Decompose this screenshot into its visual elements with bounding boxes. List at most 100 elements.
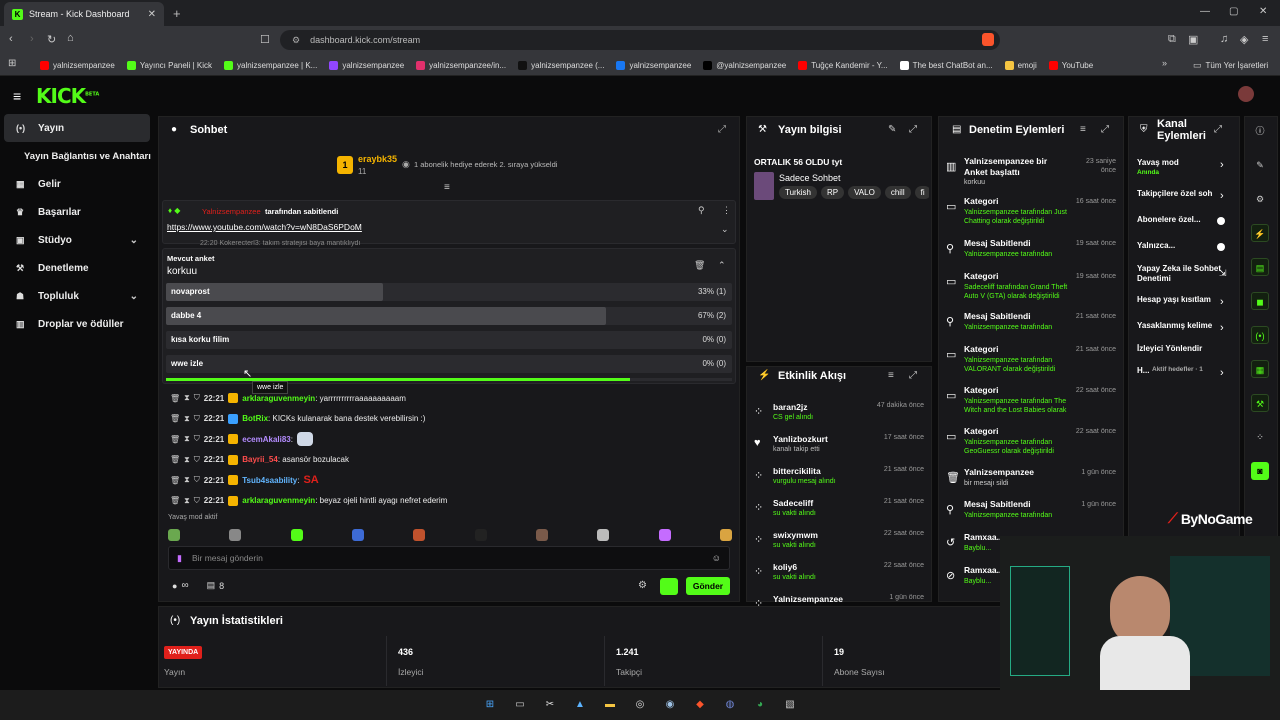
chat-settings-icon[interactable]: ⚙ <box>638 580 647 591</box>
filter-activity-icon[interactable]: ≡ <box>888 370 894 381</box>
message-user[interactable]: Tsub4saability <box>242 476 297 485</box>
pin-icon[interactable]: ⚲ <box>698 205 705 216</box>
activity-user[interactable]: Yanlizbozkurt <box>773 434 828 444</box>
bookmark-item[interactable]: The best ChatBot an... <box>894 54 999 76</box>
sidebar-item-6[interactable]: ⚒ Denetleme <box>0 254 154 282</box>
add-widget-icon[interactable]: ◙ <box>1251 462 1269 480</box>
sidebar-item-1[interactable]: (•) Yayın <box>4 114 150 142</box>
popout-info-icon[interactable]: ⤢ <box>909 124 917 135</box>
viewers-icon[interactable]: ● <box>172 581 177 591</box>
delete-message-icon[interactable]: 🗑 <box>170 455 180 464</box>
close-tab-icon[interactable]: ✕ <box>148 9 156 20</box>
task-view-icon[interactable]: ▭ <box>511 696 529 714</box>
emote-icon[interactable] <box>229 529 242 541</box>
sidebar-item-7[interactable]: ☗ Topluluk ⌄ <box>0 282 154 310</box>
obs-icon[interactable]: ◎ <box>631 696 649 714</box>
ban-icon[interactable]: ⛉ <box>194 414 200 424</box>
extensions-icon[interactable]: ⧉ <box>1168 33 1176 46</box>
chevron-right-icon[interactable]: › <box>1220 190 1224 202</box>
tools-icon[interactable]: ⚒ <box>1251 394 1269 412</box>
popout-channel-icon[interactable]: ⤢ <box>1214 124 1222 135</box>
pinned-link[interactable]: https://www.youtube.com/watch?v=wN8DaS6P… <box>167 222 362 232</box>
delete-message-icon[interactable]: 🗑 <box>170 496 180 505</box>
bookmark-item[interactable]: yalnizsempanzee <box>34 54 121 76</box>
poll-option[interactable]: dabbe 4 67% (2) <box>166 307 732 325</box>
bookmark-icon[interactable]: ☐ <box>260 33 270 46</box>
settings-icon[interactable]: ⚙ <box>1251 190 1269 208</box>
bookmark-item[interactable]: @yalnizsempanzee <box>697 54 792 76</box>
minimize-icon[interactable]: — <box>1200 6 1210 17</box>
back-icon[interactable]: ‹ <box>9 33 13 45</box>
chevron-right-icon[interactable]: › <box>1220 322 1224 334</box>
filter-mod-icon[interactable]: ≡ <box>1080 124 1086 135</box>
stream-category[interactable]: Sadece Sohbet <box>779 173 841 183</box>
info-icon[interactable]: ⓘ <box>1251 122 1269 140</box>
chat-bubble-icon[interactable]: ◼ <box>1251 292 1269 310</box>
share-icon[interactable]: ⁘ <box>1251 428 1269 446</box>
timeout-icon[interactable]: ⧗ <box>184 496 190 506</box>
activity-user[interactable]: swixymwm <box>773 530 818 540</box>
bolt-icon[interactable]: ⚡ <box>1251 224 1269 242</box>
media-icon[interactable]: ♫ <box>1220 33 1228 45</box>
poll-option[interactable]: novaprost 33% (1) <box>166 283 732 301</box>
emoji-icon[interactable]: ☺ <box>712 553 721 563</box>
emote-icon[interactable] <box>597 529 610 541</box>
ban-icon[interactable]: ⛉ <box>194 475 200 485</box>
channel-action-label[interactable]: Abonelere özel... <box>1137 215 1223 225</box>
delete-message-icon[interactable]: 🗑 <box>170 435 180 444</box>
steam-icon[interactable]: ◉ <box>661 696 679 714</box>
activity-user[interactable]: bittercikilita <box>773 466 821 476</box>
timeout-icon[interactable]: ⧗ <box>184 434 190 444</box>
apps-grid-icon[interactable]: ⊞ <box>8 58 16 69</box>
sidebar-item-5[interactable]: ▣ Stüdyo ⌄ <box>0 226 154 254</box>
delete-message-icon[interactable]: 🗑 <box>170 394 180 403</box>
popout-activity-icon[interactable]: ⤢ <box>909 370 917 381</box>
expand-pinned-icon[interactable]: ⌄ <box>721 224 729 235</box>
bookmark-item[interactable]: YouTube <box>1043 54 1099 76</box>
stream-tag[interactable]: VALO <box>848 186 881 199</box>
chat-input[interactable]: ▮ Bir mesaj gönderin ☺ <box>168 546 730 570</box>
doc-icon[interactable]: ▤ <box>1251 258 1269 276</box>
close-window-icon[interactable]: ✕ <box>1259 6 1267 17</box>
message-user[interactable]: arklaraguvenmeyin <box>242 496 315 505</box>
popout-chat-icon[interactable]: ⤢ <box>718 124 726 135</box>
channel-action-label[interactable]: Yasaklanmış kelime <box>1137 321 1223 331</box>
collapse-poll-icon[interactable]: ⌃ <box>718 260 726 271</box>
forward-icon[interactable]: › <box>30 33 34 45</box>
channel-action-label[interactable]: Hesap yaşı kısıtlam <box>1137 295 1223 305</box>
bookmark-item[interactable]: yalnizsempanzee <box>323 54 410 76</box>
address-bar[interactable]: ⚙ dashboard.kick.com/stream ⌕ <box>280 30 1000 50</box>
windows-start-icon[interactable]: ⊞ <box>481 696 499 714</box>
delete-poll-icon[interactable]: 🗑 <box>694 260 705 271</box>
bookmark-item[interactable]: yalnizsempanzee | K... <box>218 54 323 76</box>
stream-tag[interactable]: RP <box>820 186 845 199</box>
sidebar-item-2[interactable]: Yayın Bağlantısı ve Anahtarı <box>0 142 154 170</box>
sidebar-item-4[interactable]: ♛ Başarılar <box>0 198 154 226</box>
file-explorer-icon[interactable]: ▬ <box>601 696 619 714</box>
sidebar-item-3[interactable]: ▦ Gelir <box>0 170 154 198</box>
site-info-icon[interactable]: ⚙ <box>292 35 300 46</box>
home-icon[interactable]: ⌂ <box>67 32 74 44</box>
photos-icon[interactable]: ▲ <box>571 696 589 714</box>
edit-icon[interactable]: ✎ <box>1251 156 1269 174</box>
chevron-right-icon[interactable]: › <box>1220 367 1224 379</box>
chrome-icon[interactable]: ◕ <box>751 696 769 714</box>
activity-user[interactable]: Yalnizsempanzee <box>773 594 843 604</box>
channel-action-label[interactable]: Yavaş mod <box>1137 158 1223 168</box>
all-bookmarks-button[interactable]: ▭ Tüm Yer İşaretleri <box>1193 54 1268 76</box>
reload-icon[interactable]: ↻ <box>47 33 56 46</box>
snipping-tool-icon[interactable]: ✂ <box>541 696 559 714</box>
emote-icon[interactable] <box>658 529 671 541</box>
timeout-icon[interactable]: ⧗ <box>184 475 190 485</box>
emote-icon[interactable] <box>719 529 732 541</box>
vpn-icon[interactable]: ◈ <box>1240 33 1248 46</box>
activity-user[interactable]: koliy6 <box>773 562 797 572</box>
pinned-by-user[interactable]: Yalnizsempanzee <box>202 207 261 216</box>
timeout-icon[interactable]: ⧗ <box>184 455 190 465</box>
timeout-icon[interactable]: ⧗ <box>184 393 190 403</box>
poll-option[interactable]: kısa korku filim 0% (0) <box>166 331 732 349</box>
kick-emote-icon[interactable] <box>660 578 678 595</box>
edit-info-icon[interactable]: ✎ <box>888 124 896 135</box>
bookmark-item[interactable]: yalnizsempanzee/in... <box>410 54 512 76</box>
chevron-down-icon[interactable]: ⌄ <box>130 235 138 246</box>
